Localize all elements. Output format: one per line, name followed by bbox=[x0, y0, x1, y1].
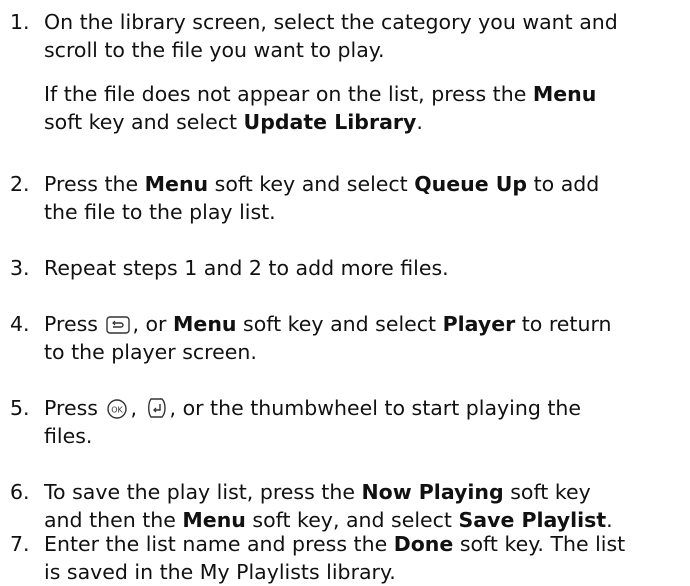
step-number: 2. bbox=[10, 172, 30, 196]
step-number: 7. bbox=[10, 532, 30, 556]
step-number: 5. bbox=[10, 396, 30, 420]
text-line: files. bbox=[44, 424, 93, 448]
svg-text:OK: OK bbox=[112, 406, 124, 415]
text-run: , bbox=[130, 396, 144, 420]
text-line: Press OK, , or the thumbwheel to start p… bbox=[44, 394, 686, 422]
text-run: to add bbox=[527, 172, 600, 196]
text-run: . bbox=[606, 508, 613, 532]
text-line: To save the play list, press the Now Pla… bbox=[44, 478, 686, 506]
update-library-label: Update Library bbox=[243, 110, 417, 134]
text-run: soft key. The list bbox=[453, 532, 626, 556]
text-run: Press the bbox=[44, 172, 145, 196]
back-key-icon bbox=[106, 315, 131, 335]
text-line: On the library screen, select the catego… bbox=[44, 10, 618, 34]
instructions-page: 1. On the library screen, select the cat… bbox=[0, 0, 690, 584]
text-run: to return bbox=[515, 312, 612, 336]
step-number: 3. bbox=[10, 256, 30, 280]
text-line: Repeat steps 1 and 2 to add more files. bbox=[44, 256, 449, 280]
text-run: soft key and select bbox=[44, 110, 244, 134]
step-number: 6. bbox=[10, 480, 30, 504]
text-run: Enter the list name and press the bbox=[44, 532, 394, 556]
text-run: soft key bbox=[503, 480, 591, 504]
text-line: soft key and select Update Library. bbox=[44, 108, 686, 136]
menu-key-label: Menu bbox=[144, 172, 209, 196]
step-text: Repeat steps 1 and 2 to add more files. bbox=[44, 254, 686, 282]
text-run: Press bbox=[44, 312, 105, 336]
text-run: Press bbox=[44, 396, 105, 420]
text-run: . bbox=[416, 110, 423, 134]
text-line: Enter the list name and press the Done s… bbox=[44, 530, 686, 558]
step-text: Press OK, , or the thumbwheel to start p… bbox=[44, 394, 686, 450]
menu-key-label: Menu bbox=[173, 312, 237, 336]
player-label: Player bbox=[442, 312, 516, 336]
step-text: Enter the list name and press the Done s… bbox=[44, 530, 686, 586]
text-run: If the file does not appear on the list,… bbox=[44, 82, 533, 106]
now-playing-label: Now Playing bbox=[361, 480, 504, 504]
menu-key-label: Menu bbox=[182, 508, 246, 532]
done-key-label: Done bbox=[393, 532, 454, 556]
step-number: 1. bbox=[10, 10, 30, 34]
ok-key-icon: OK bbox=[106, 399, 128, 419]
text-run: soft key and select bbox=[208, 172, 415, 196]
text-run: soft key, and select bbox=[245, 508, 459, 532]
menu-key-label: Menu bbox=[532, 82, 597, 106]
text-line: is saved in the My Playlists library. bbox=[44, 560, 396, 584]
text-line: Press the Menu soft key and select Queue… bbox=[44, 170, 686, 198]
text-run: To save the play list, press the bbox=[44, 480, 362, 504]
step-text: Press , or Menu soft key and select Play… bbox=[44, 310, 686, 366]
text-run: , or the thumbwheel to start playing the bbox=[169, 396, 582, 420]
text-line: to the player screen. bbox=[44, 340, 257, 364]
text-line: scroll to the file you want to play. bbox=[44, 38, 385, 62]
text-run: , or bbox=[132, 312, 174, 336]
step-text: On the library screen, select the catego… bbox=[44, 8, 686, 64]
text-line: Press , or Menu soft key and select Play… bbox=[44, 310, 686, 338]
text-run: and then the bbox=[44, 508, 183, 532]
text-line: If the file does not appear on the list,… bbox=[44, 80, 686, 108]
step-note: If the file does not appear on the list,… bbox=[44, 80, 686, 136]
step-text: To save the play list, press the Now Pla… bbox=[44, 478, 686, 534]
step-number: 4. bbox=[10, 312, 30, 336]
enter-key-icon bbox=[146, 397, 168, 419]
save-playlist-label: Save Playlist bbox=[458, 508, 607, 532]
text-run: soft key and select bbox=[236, 312, 443, 336]
text-line: the file to the play list. bbox=[44, 200, 276, 224]
queue-up-label: Queue Up bbox=[414, 172, 528, 196]
step-text: Press the Menu soft key and select Queue… bbox=[44, 170, 686, 226]
